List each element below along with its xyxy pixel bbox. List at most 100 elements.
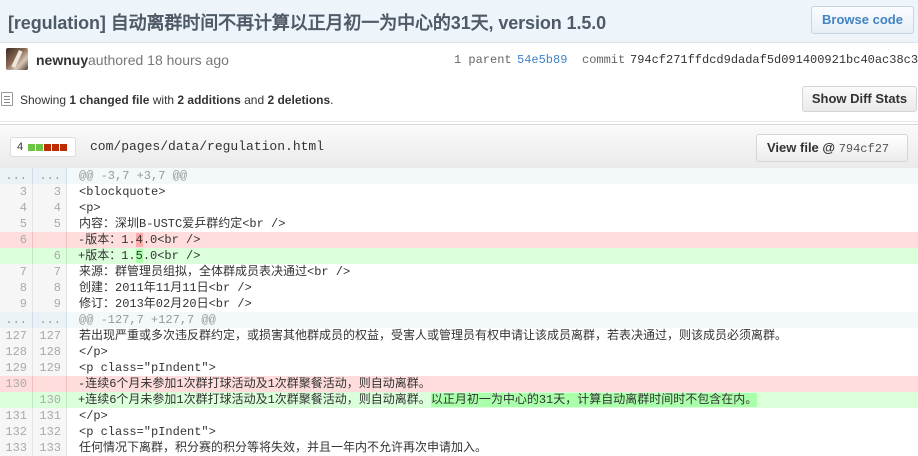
code-line: 修订：2013年02月20日<br /> xyxy=(79,297,252,311)
code-line: </p> xyxy=(79,409,108,423)
browse-code-button[interactable]: Browse code xyxy=(811,6,914,34)
diffstat-block xyxy=(36,144,43,151)
new-line-number[interactable]: ... xyxy=(33,168,67,184)
addition-line: 130 +连续6个月未参加1次群打球活动及1次群聚餐活动，则自动离群。以正月初一为… xyxy=(0,392,918,408)
additions-count: 2 additions xyxy=(177,93,241,107)
diffstat-block xyxy=(44,144,51,151)
code-line: 若出现严重或多次违反群约定，或损害其他群成员的权益，受害人或管理员有权申请让该成… xyxy=(79,329,788,343)
context-line: 55 内容：深圳B-USTC爱乒群约定<br /> xyxy=(0,216,918,232)
context-line: 128 128 </p> xyxy=(0,344,918,360)
new-line-number[interactable]: ... xyxy=(33,312,67,328)
old-line-number[interactable]: 127 xyxy=(0,328,33,344)
code-line: <blockquote> xyxy=(79,185,166,199)
context-line: 33 <blockquote> xyxy=(0,184,918,200)
changed-text-highlight: 以正月初一为中心的31天，计算自动离群时间时不包含在内。 xyxy=(430,393,758,407)
context-line: 77 来源：群管理员组拟，全体群成员表决通过<br /> xyxy=(0,264,918,280)
new-line-number[interactable]: 131 xyxy=(33,408,67,424)
code-line: 来源：群管理员组拟，全体群成员表决通过<br /> xyxy=(79,265,351,279)
old-line-number[interactable]: 7 xyxy=(0,264,33,280)
old-line-number[interactable]: 8 xyxy=(0,280,33,296)
context-line: 131 131 </p> xyxy=(0,408,918,424)
parent-label: 1 parent xyxy=(454,53,512,67)
context-line: 88 创建：2011年11月11日<br /> xyxy=(0,280,918,296)
context-line: 127 127 若出现严重或多次违反群约定，或损害其他群成员的权益，受害人或管理员… xyxy=(0,328,918,344)
old-line-number[interactable] xyxy=(0,392,33,408)
context-line: 99 修订：2013年02月20日<br /> xyxy=(0,296,918,312)
new-line-number[interactable]: 129 xyxy=(33,360,67,376)
code-line: +版本：1.5.0<br /> xyxy=(67,248,918,264)
context-line: 44 <p> xyxy=(0,200,918,216)
toc-toggle-icon[interactable] xyxy=(1,92,13,106)
changed-files-count[interactable]: 1 changed file xyxy=(69,93,149,107)
view-file-button[interactable]: View file @ 794cf27 xyxy=(756,134,908,162)
old-line-number[interactable]: 130 xyxy=(0,376,33,392)
code-line: <p class="pIndent"> xyxy=(79,361,216,375)
new-line-number[interactable]: 8 xyxy=(33,280,67,296)
new-line-number[interactable]: 9 xyxy=(33,296,67,312)
context-line: 133 133 任何情况下离群，积分赛的积分等将失效，并且一年内不允许再次申请加入… xyxy=(0,440,918,456)
show-diff-stats-button[interactable]: Show Diff Stats xyxy=(802,86,917,112)
deletions-count: 2 deletions xyxy=(267,93,331,107)
new-line-number[interactable]: 132 xyxy=(33,424,67,440)
diff-summary-bar: Showing 1 changed file with 2 additions … xyxy=(0,78,918,122)
commit-sha: 794cf271ffdcd9dadaf5d091400921bc40ac38c3 xyxy=(630,53,918,67)
code-line: <p class="pIndent"> xyxy=(79,425,216,439)
context-line: 132 132 <p class="pIndent"> xyxy=(0,424,918,440)
file-header: 4 com/pages/data/regulation.html View fi… xyxy=(0,124,918,170)
new-line-number[interactable]: 130 xyxy=(33,392,67,408)
code-line: -版本：1.4.0<br /> xyxy=(67,232,918,248)
old-line-number[interactable]: 5 xyxy=(0,216,33,232)
new-line-number[interactable] xyxy=(33,376,67,392)
diffstat-count: 4 xyxy=(17,141,24,153)
diff-table: ...... @@ -3,7 +3,7 @@ 3 3 <blockquote> 4 4 <… xyxy=(0,168,918,456)
diff-summary-text: Showing 1 changed file with 2 additions … xyxy=(20,93,334,107)
new-line-number[interactable]: 5 xyxy=(33,216,67,232)
diffstat-block xyxy=(60,144,67,151)
code-line: 内容：深圳B-USTC爱乒群约定<br /> xyxy=(79,217,286,231)
old-line-number[interactable]: 132 xyxy=(0,424,33,440)
hunk-header: ...... @@ -3,7 +3,7 @@ xyxy=(0,168,918,184)
old-line-number[interactable]: 129 xyxy=(0,360,33,376)
file-path[interactable]: com/pages/data/regulation.html xyxy=(90,139,324,154)
new-line-number[interactable]: 7 xyxy=(33,264,67,280)
old-line-number[interactable]: 133 xyxy=(0,440,33,456)
changed-text-highlight: 4 xyxy=(135,233,143,247)
code-line: +连续6个月未参加1次群打球活动及1次群聚餐活动，则自动离群。以正月初一为中心的… xyxy=(67,392,918,408)
code-line: @@ -127,7 +127,7 @@ xyxy=(67,312,918,328)
old-line-number[interactable]: ... xyxy=(0,168,33,184)
code-line: </p> xyxy=(79,345,108,359)
new-line-number[interactable]: 133 xyxy=(33,440,67,456)
commit-title: [regulation] 自动离群时间不再计算以正月初一为中心的31天, ver… xyxy=(8,13,607,33)
addition-line: 6 +版本：1.5.0<br /> xyxy=(0,248,918,264)
deletion-line: 130 -连续6个月未参加1次群打球活动及1次群聚餐活动，则自动离群。 xyxy=(0,376,918,392)
commit-header: [regulation] 自动离群时间不再计算以正月初一为中心的31天, ver… xyxy=(0,0,918,78)
authored-time: authored 18 hours ago xyxy=(88,52,229,68)
code-line: <p> xyxy=(79,201,101,215)
old-line-number[interactable]: ... xyxy=(0,312,33,328)
avatar[interactable] xyxy=(6,48,28,70)
code-line: -连续6个月未参加1次群打球活动及1次群聚餐活动，则自动离群。 xyxy=(67,376,918,392)
new-line-number[interactable]: 127 xyxy=(33,328,67,344)
old-line-number[interactable]: 9 xyxy=(0,296,33,312)
new-line-number[interactable] xyxy=(33,232,67,248)
hunk-header: ...... @@ -127,7 +127,7 @@ xyxy=(0,312,918,328)
author-link[interactable]: newnuy xyxy=(36,52,88,68)
new-line-number[interactable]: 4 xyxy=(33,200,67,216)
changed-text-highlight: 5 xyxy=(135,249,143,263)
diffstat-block xyxy=(52,144,59,151)
old-line-number[interactable]: 4 xyxy=(0,200,33,216)
code-line: 任何情况下离群，积分赛的积分等将失效，并且一年内不允许再次申请加入。 xyxy=(79,441,488,455)
old-line-number[interactable]: 128 xyxy=(0,344,33,360)
new-line-number[interactable]: 6 xyxy=(33,248,67,264)
old-line-number[interactable]: 6 xyxy=(0,232,33,248)
old-line-number[interactable]: 131 xyxy=(0,408,33,424)
commit-meta: newnuy authored 18 hours ago 1 parent 54… xyxy=(0,42,918,78)
new-line-number[interactable]: 3 xyxy=(33,184,67,200)
file-diffstat: 4 xyxy=(10,137,76,157)
parent-sha-link[interactable]: 54e5b89 xyxy=(517,53,567,67)
code-line: 创建：2011年11月11日<br /> xyxy=(79,281,252,295)
code-line: @@ -3,7 +3,7 @@ xyxy=(67,168,918,184)
old-line-number[interactable] xyxy=(0,248,33,264)
old-line-number[interactable]: 3 xyxy=(0,184,33,200)
new-line-number[interactable]: 128 xyxy=(33,344,67,360)
